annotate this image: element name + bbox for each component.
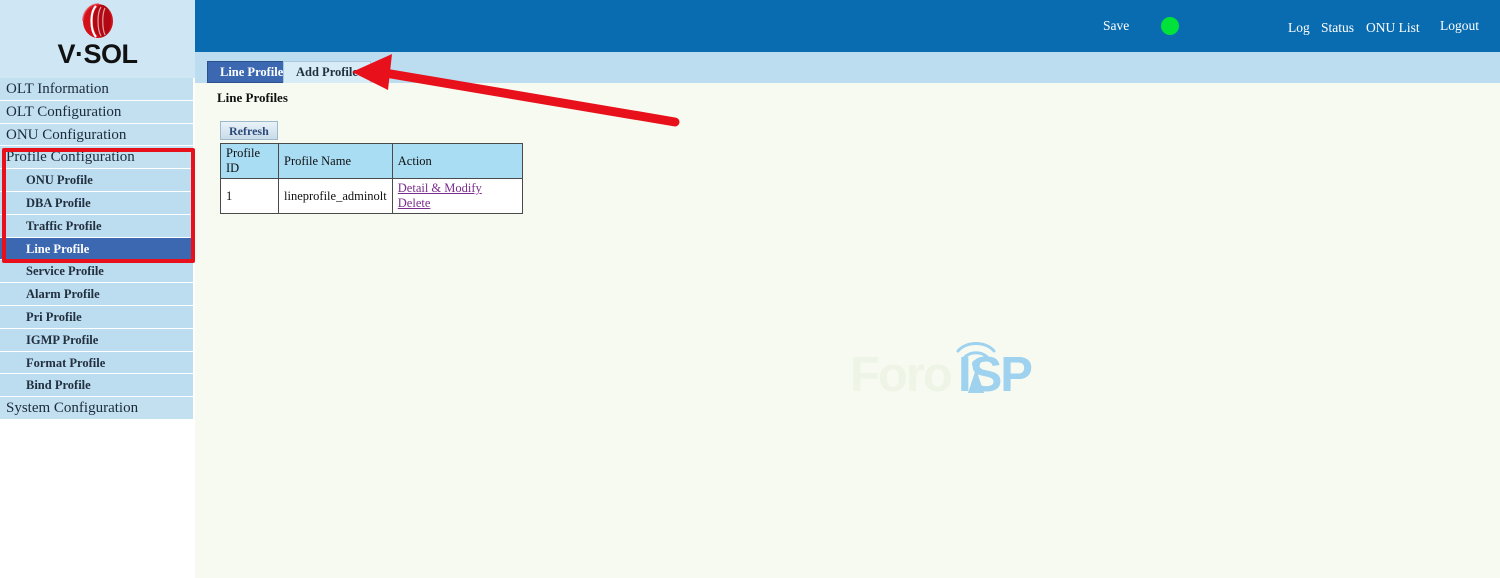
sidebar-menu: OLT Information OLT Configuration ONU Conf… xyxy=(0,78,195,420)
brand-logo: V·SOL xyxy=(0,0,195,78)
sidebar-item-format-profile[interactable]: Format Profile xyxy=(0,351,193,375)
sidebar-item-bind-profile[interactable]: Bind Profile xyxy=(0,374,193,398)
olt-management-page: V·SOL OLT Information OLT Configuration ON… xyxy=(0,0,1500,578)
logout-link[interactable]: Logout xyxy=(1440,18,1479,34)
watermark-text-foro: Foro xyxy=(850,348,953,402)
status-indicator-green-icon xyxy=(1161,17,1179,35)
table-header-row: Profile ID Profile Name Action xyxy=(220,143,523,179)
tab-add-profile[interactable]: Add Profile xyxy=(283,61,371,83)
sidebar-item-onu-configuration[interactable]: ONU Configuration xyxy=(0,123,193,147)
sidebar-item-alarm-profile[interactable]: Alarm Profile xyxy=(0,283,193,306)
sidebar: V·SOL OLT Information OLT Configuration ON… xyxy=(0,0,195,578)
watermark-text-isp: ISP xyxy=(958,348,1033,402)
action-link-detail-modify[interactable]: Detail & Modify xyxy=(398,181,482,195)
table-row: 1 lineprofile_adminolt Detail & ModifyDele… xyxy=(220,178,523,214)
line-profiles-table: Profile ID Profile Name Action 1 lineprof… xyxy=(220,143,523,214)
top-header-bar: Save Log Status ONU List Logout xyxy=(195,0,1500,52)
sidebar-item-igmp-profile[interactable]: IGMP Profile xyxy=(0,328,193,352)
sidebar-item-olt-information[interactable]: OLT Information xyxy=(0,78,193,101)
cell-profile-id: 1 xyxy=(220,178,279,214)
cell-profile-name: lineprofile_adminolt xyxy=(278,178,393,214)
column-header-profile-name: Profile Name xyxy=(278,143,393,179)
sidebar-item-profile-configuration[interactable]: Profile Configuration xyxy=(0,146,193,170)
sidebar-item-pri-profile[interactable]: Pri Profile xyxy=(0,305,193,329)
sidebar-item-line-profile[interactable]: Line Profile xyxy=(0,237,193,261)
save-button[interactable]: Save xyxy=(1103,18,1129,34)
cell-actions: Detail & ModifyDelete xyxy=(391,178,523,214)
vsol-sphere-logo-icon xyxy=(77,1,119,41)
sidebar-item-service-profile[interactable]: Service Profile xyxy=(0,260,193,284)
sidebar-item-dba-profile[interactable]: DBA Profile xyxy=(0,191,193,215)
tab-strip: Line Profile Add Profile xyxy=(195,52,1500,83)
brand-name: V·SOL xyxy=(57,39,138,69)
sidebar-item-traffic-profile[interactable]: Traffic Profile xyxy=(0,214,193,238)
sidebar-item-onu-profile[interactable]: ONU Profile xyxy=(0,169,193,192)
column-header-profile-id: Profile ID xyxy=(220,143,279,179)
main-content: Line Profiles Refresh Profile ID Profile… xyxy=(195,83,1500,578)
onu-list-link[interactable]: ONU List xyxy=(1366,20,1420,36)
sidebar-item-system-configuration[interactable]: System Configuration xyxy=(0,397,193,420)
page-title: Line Profiles xyxy=(217,90,288,105)
action-link-delete[interactable]: Delete xyxy=(398,196,431,210)
refresh-button[interactable]: Refresh xyxy=(220,121,278,140)
status-link[interactable]: Status xyxy=(1321,20,1354,36)
column-header-action: Action xyxy=(391,143,523,179)
wifi-signal-icon xyxy=(950,333,1002,400)
foroisp-watermark: Foro ISP xyxy=(850,333,1045,413)
log-link[interactable]: Log xyxy=(1288,20,1310,36)
sidebar-item-olt-configuration[interactable]: OLT Configuration xyxy=(0,100,193,124)
